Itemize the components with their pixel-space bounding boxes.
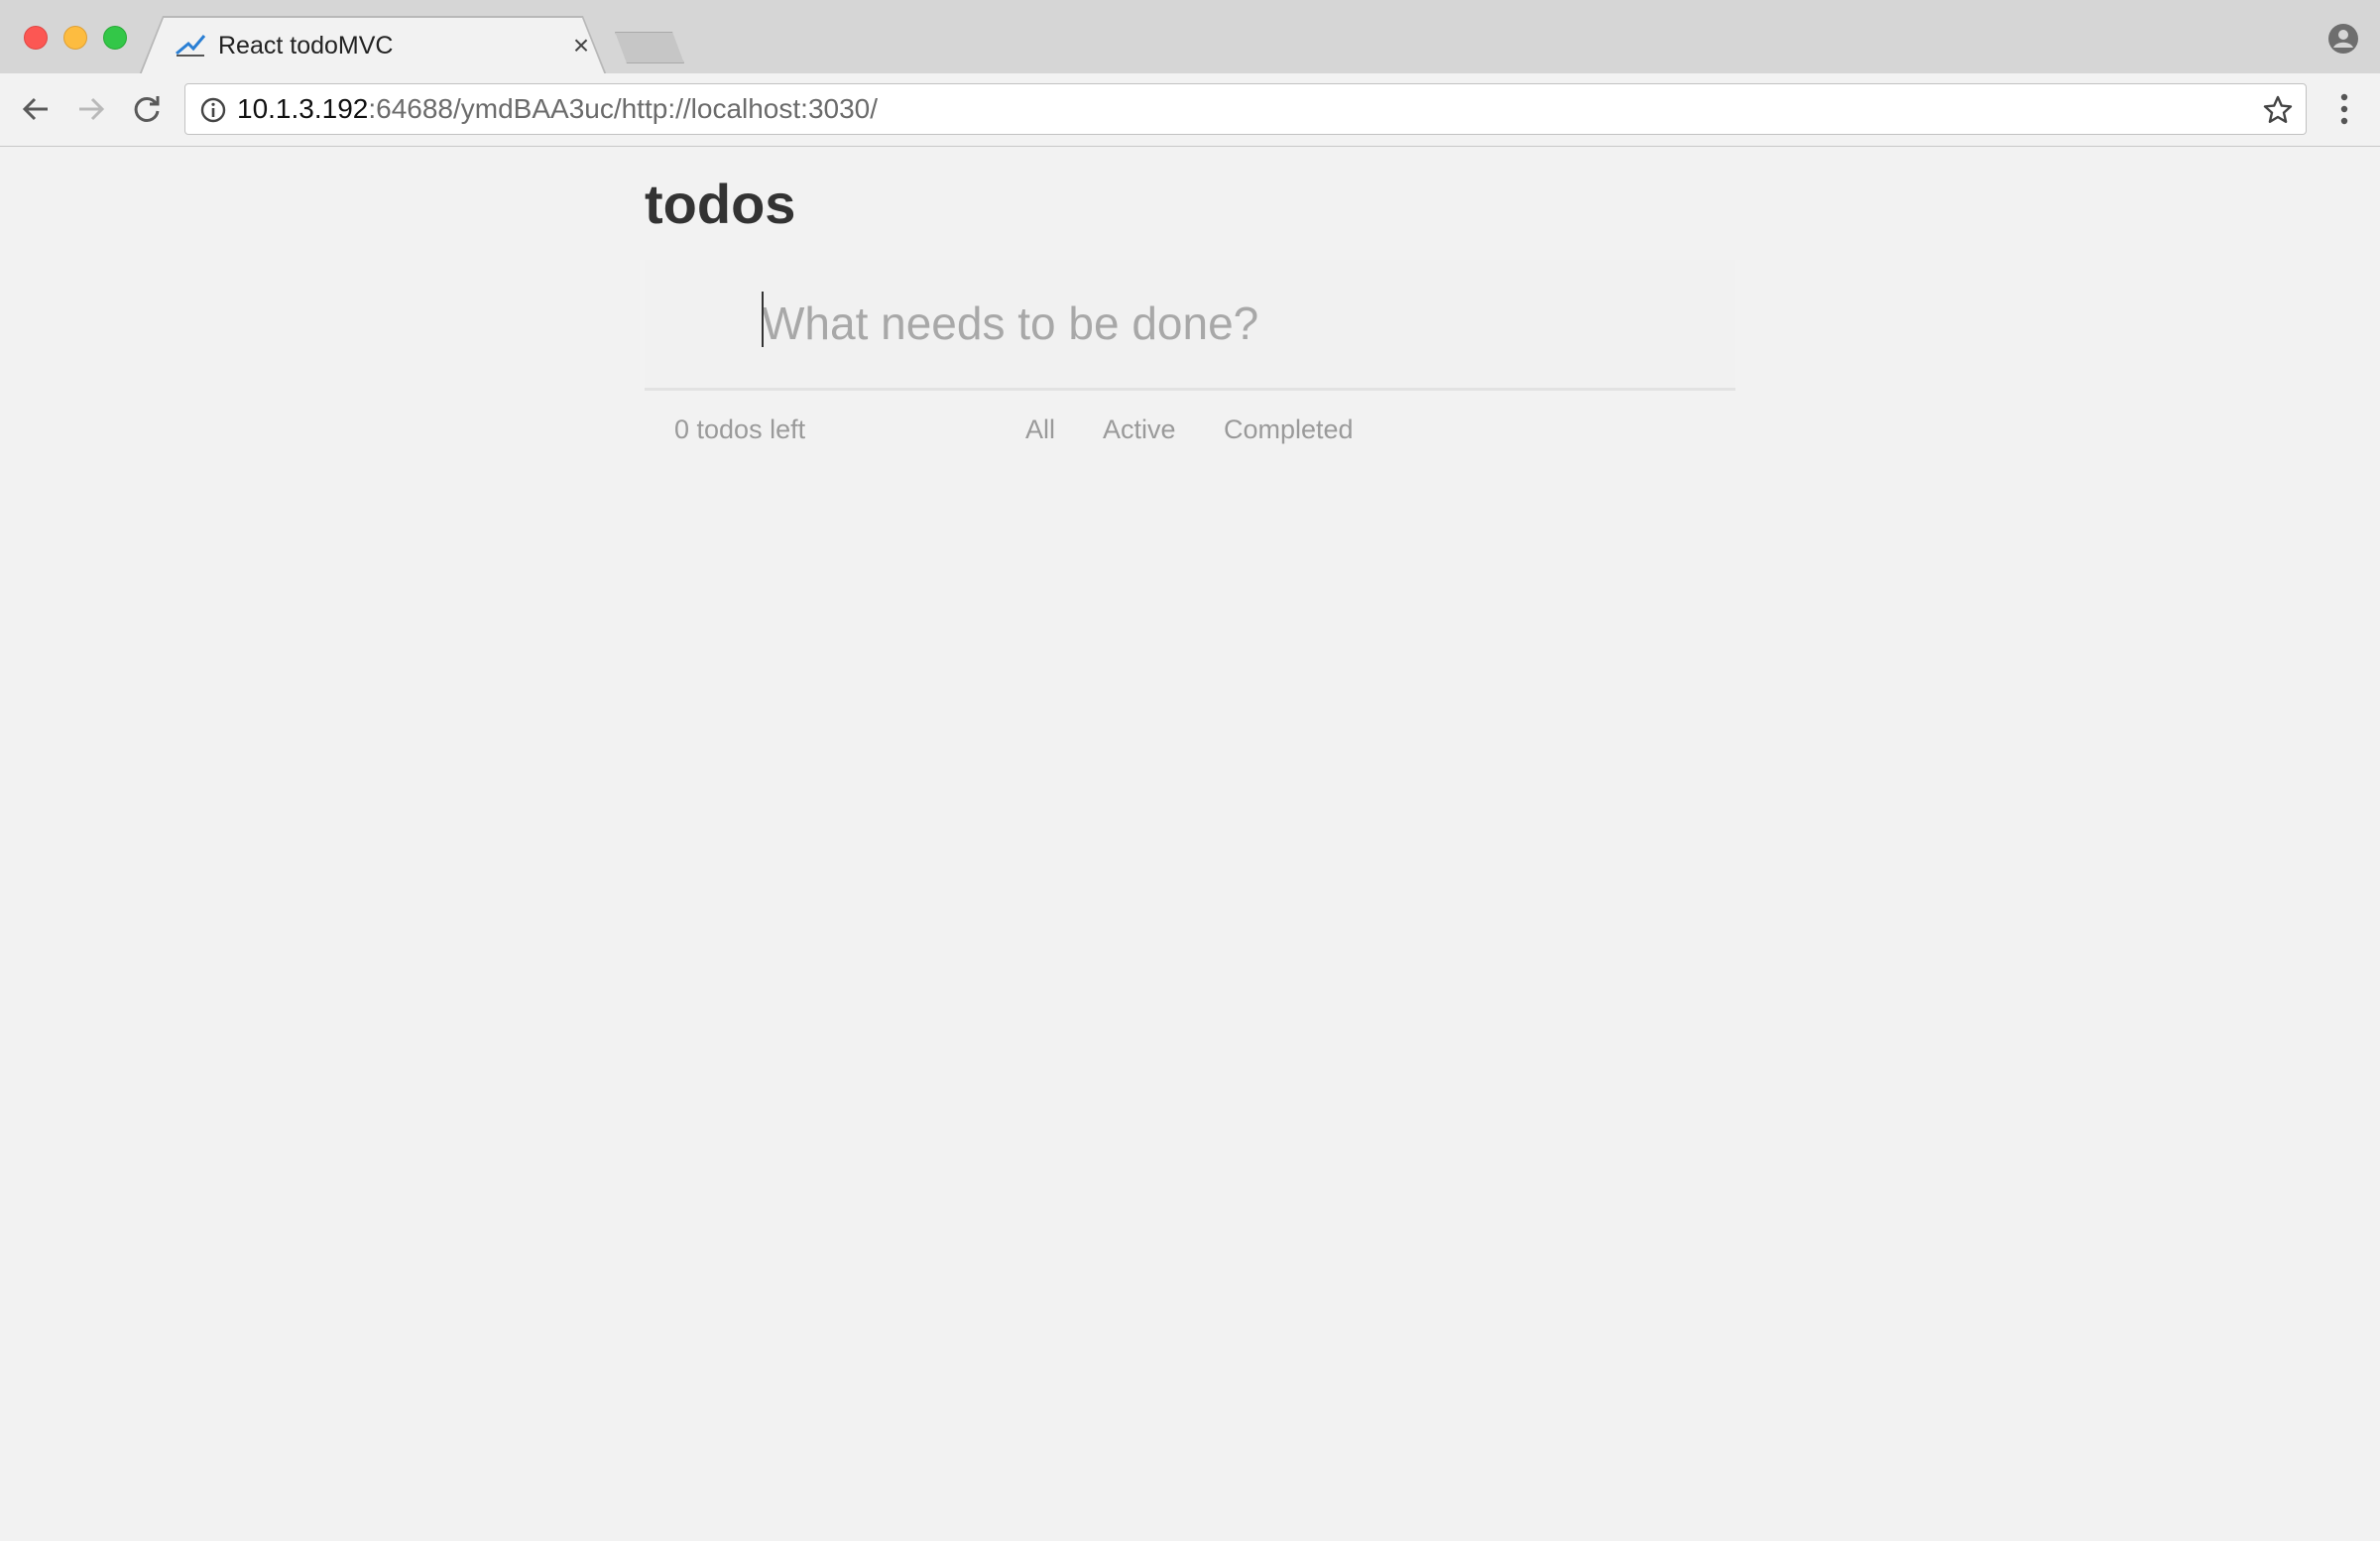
filter-completed[interactable]: Completed <box>1224 413 1354 446</box>
reload-icon[interactable] <box>129 91 165 127</box>
new-todo-container <box>645 260 1735 391</box>
filter-active[interactable]: Active <box>1103 413 1176 446</box>
browser-titlebar: React todoMVC × <box>0 0 2380 73</box>
profile-icon[interactable] <box>2326 22 2360 56</box>
more-vert-icon[interactable] <box>2328 91 2360 127</box>
bookmark-star-icon[interactable] <box>2262 94 2294 126</box>
address-bar[interactable]: 10.1.3.192:64688/ymdBAA3uc/http://localh… <box>184 83 2307 135</box>
todo-count: 0 todos left <box>674 415 806 444</box>
filter-all[interactable]: All <box>1025 413 1055 446</box>
tab-title: React todoMVC <box>218 32 394 59</box>
page-content: todos 0 todos left All Active Completed <box>0 147 2380 1541</box>
close-window-button[interactable] <box>24 26 48 50</box>
forward-arrow-icon[interactable] <box>73 91 109 127</box>
info-icon[interactable] <box>199 96 227 124</box>
app-title: todos <box>645 173 796 235</box>
todo-footer: 0 todos left All Active Completed <box>645 405 1735 454</box>
url-host: 10.1.3.192 <box>237 93 369 124</box>
maximize-window-button[interactable] <box>103 26 127 50</box>
tab-close-icon[interactable]: × <box>567 32 595 59</box>
new-tab-button[interactable] <box>615 32 684 63</box>
favicon-icon <box>176 35 206 57</box>
minimize-window-button[interactable] <box>63 26 87 50</box>
new-todo-input[interactable] <box>762 288 1714 359</box>
url-path: :64688/ymdBAA3uc/http://localhost:3030/ <box>368 93 879 124</box>
url-text: 10.1.3.192:64688/ymdBAA3uc/http://localh… <box>237 93 878 125</box>
back-arrow-icon[interactable] <box>18 91 54 127</box>
text-caret <box>762 292 764 347</box>
